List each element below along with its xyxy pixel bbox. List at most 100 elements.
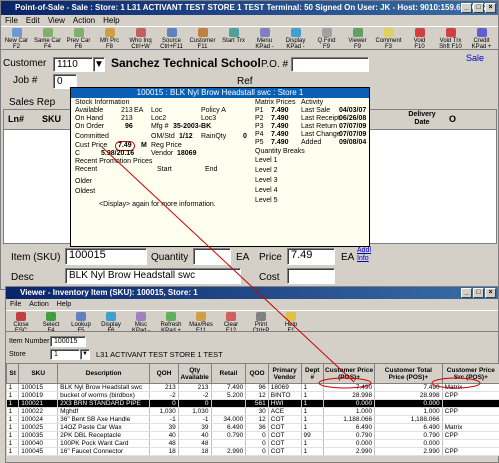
po-field[interactable] — [291, 57, 369, 72]
prev-car-button[interactable]: Prev Car F6 — [63, 27, 94, 49]
cell-qoh: 0 — [149, 399, 179, 408]
store-field[interactable]: 1 — [50, 349, 80, 360]
viewer-display-button[interactable]: Display F6 — [96, 311, 126, 331]
comment-button[interactable]: Comment F3 — [373, 27, 404, 49]
col-retail[interactable]: Retail — [210, 363, 247, 384]
description-field[interactable]: BLK Nyl Brow Headstall swc — [65, 268, 241, 284]
void-button[interactable]: Void F10 — [404, 27, 435, 49]
qfind-button[interactable]: Q.Find F9 — [311, 27, 342, 49]
col-customer-price[interactable]: Customer Price (POS)+ — [322, 363, 376, 384]
display-button[interactable]: Display KPad - — [280, 27, 311, 49]
viewer-menu-help[interactable]: Help — [57, 299, 71, 310]
help-icon — [286, 312, 296, 321]
menu-action[interactable]: Action — [73, 15, 95, 26]
menu-file[interactable]: File — [5, 15, 18, 26]
table-row[interactable]: 1 100045 16" Faucet Connector 18 18 2.990 0 COT… — [6, 447, 499, 456]
desc-label: Desc — [11, 272, 34, 283]
table-row[interactable]: 1 100022 Mghdf 1,030 1,030 30 ACE 1 1.000 1.000 CP… — [6, 407, 499, 416]
quantity-field[interactable] — [193, 248, 231, 265]
table-row[interactable]: 1 100024 36" Bent SB Axe Handle -1 -1 34.000 1… — [6, 415, 499, 424]
viewer-lookup-button[interactable]: Lookup F5 — [66, 311, 96, 331]
om-std-label: OM/Std — [151, 133, 175, 140]
col-qoh[interactable]: QOH — [149, 363, 179, 384]
minimize-button[interactable]: _ — [461, 3, 472, 13]
cell-primary-vendor: 18069 — [268, 383, 302, 392]
col-st[interactable]: St — [5, 363, 20, 384]
menu-view[interactable]: View — [48, 15, 65, 26]
loc3-label: Loc3 — [201, 115, 217, 122]
price-field[interactable]: 7.49 — [287, 248, 335, 265]
cell-customer-price-src — [442, 415, 499, 424]
col-qty-available[interactable]: Qty Available — [177, 363, 212, 384]
table-row[interactable]: 1 100015 BLK Nyl Brow Headstall swc 213 213 7… — [6, 383, 499, 392]
close-button[interactable]: × — [485, 3, 496, 13]
source-button[interactable]: Source Ctrl+F11 — [156, 27, 187, 49]
col-qoo[interactable]: QOO — [245, 363, 269, 384]
new-car-button[interactable]: New Car F2 — [1, 27, 32, 49]
policy-label: Policy A — [201, 107, 226, 114]
table-row[interactable]: 1 100035 2PK DBL Receptacle 40 40 0.790 0 COT 99… — [6, 431, 499, 440]
menu-button[interactable]: Menu KPad - — [249, 27, 280, 49]
viewer-print-button[interactable]: Print Ctrl+P — [246, 311, 276, 331]
pos-title-bar[interactable]: Point-of-Sale - Sale : Store: 1 L31 ACTI… — [1, 1, 498, 15]
menu-help[interactable]: Help — [103, 15, 119, 26]
cell-st: 1 — [6, 447, 20, 456]
who-inq-button[interactable]: Who Inq Ctrl+W — [125, 27, 156, 49]
customer-button[interactable]: Customer F11 — [187, 27, 218, 49]
cell-customer-price-src: CPP — [442, 431, 499, 440]
viewer-close-esc-button[interactable]: Close ESC — [6, 311, 36, 331]
mfr-prc-button[interactable]: Mfr Prc F8 — [94, 27, 125, 49]
credit-button[interactable]: Credit KPad + — [466, 27, 497, 49]
promotion-heading: Recent Promotion Prices — [75, 158, 153, 165]
void-trx-button[interactable]: Void Trx Shft F10 — [435, 27, 466, 49]
item-sku-field[interactable]: 100015 — [65, 248, 147, 265]
last-receipt-label: Last Receipt — [301, 115, 340, 122]
cell-qty-available: 213 — [178, 383, 212, 392]
cell-description: bucket of worms (birdbox) — [57, 391, 151, 400]
viewer-maximize-button[interactable]: □ — [473, 288, 484, 298]
col-dept[interactable]: Dept # — [300, 363, 324, 384]
table-row[interactable]: 1 100040 100PK Pock Want Card 48 48 0 COT 1 0.00… — [6, 439, 499, 448]
cell-qoh: 39 — [149, 423, 179, 432]
col-description[interactable]: Description — [57, 363, 151, 384]
viewer-minimize-button[interactable]: _ — [461, 288, 472, 298]
viewer-button[interactable]: Viewer F9 — [342, 27, 373, 49]
viewer-misc-button[interactable]: Misc KPad - — [126, 311, 156, 331]
cell-customer-price-src — [442, 399, 499, 408]
cost-field[interactable] — [287, 268, 335, 284]
cell-sku: 100022 — [18, 407, 59, 416]
start-trx-button[interactable]: Start Trx — [218, 27, 249, 49]
level-4: Level 4 — [255, 187, 278, 194]
viewer-title-bar[interactable]: Viewer - Inventory Item (SKU): 100015, S… — [6, 287, 498, 299]
viewer-maxres-button[interactable]: Max/Res F11 — [186, 311, 216, 331]
same-car-button[interactable]: Same Car F4 — [32, 27, 63, 49]
col-primary-vendor[interactable]: Primary Vendor — [267, 363, 302, 384]
customer-dropdown[interactable]: ▼ — [93, 57, 105, 72]
addl-info-link[interactable]: Addl Info — [357, 247, 377, 263]
viewer-close-button[interactable]: × — [485, 288, 496, 298]
viewer-menu-action[interactable]: Action — [29, 299, 48, 310]
col-sku[interactable]: SKU — [18, 363, 59, 384]
viewer-help-button[interactable]: Help F1 — [276, 311, 306, 331]
cell-retail: 5.200 — [211, 391, 247, 400]
item-number-field[interactable]: 100015 — [50, 336, 86, 347]
cell-qoo: 36 — [245, 423, 269, 432]
menu-edit[interactable]: Edit — [26, 15, 40, 26]
loc-label: Loc — [151, 107, 163, 114]
viewer-menu-file[interactable]: File — [10, 299, 21, 310]
maximize-button[interactable]: □ — [473, 3, 484, 13]
viewer-refresh-button[interactable]: Refresh KPad + — [156, 311, 186, 331]
store-dropdown[interactable]: ▼ — [80, 349, 90, 360]
cell-customer-total-price: 1.000 — [374, 407, 443, 416]
cell-dept: 1 — [301, 383, 324, 392]
col-customer-price-src[interactable]: Customer Price Src (POS)+ — [441, 363, 499, 384]
viewer-select-button[interactable]: Select F4 — [36, 311, 66, 331]
customer-number-field[interactable]: 1110 — [53, 57, 93, 72]
table-row[interactable]: 1 100025 14OZ Paste Car Wax 39 39 6.490 36 COT 1… — [6, 423, 499, 432]
table-row[interactable]: 1 100019 bucket of worms (birdbox) -2 -2 5.20… — [6, 391, 499, 400]
cell-retail — [211, 439, 247, 448]
col-customer-total-price[interactable]: Customer Total Price (POS)+ — [374, 363, 443, 384]
viewer-clear-button[interactable]: Clear F12 — [216, 311, 246, 331]
cell-customer-total-price: 7.490 — [374, 383, 443, 392]
table-row[interactable]: 1 100021 2X3 BRN STANDARD PIPE 0 0 561 HWI 1 0.0… — [6, 399, 499, 408]
